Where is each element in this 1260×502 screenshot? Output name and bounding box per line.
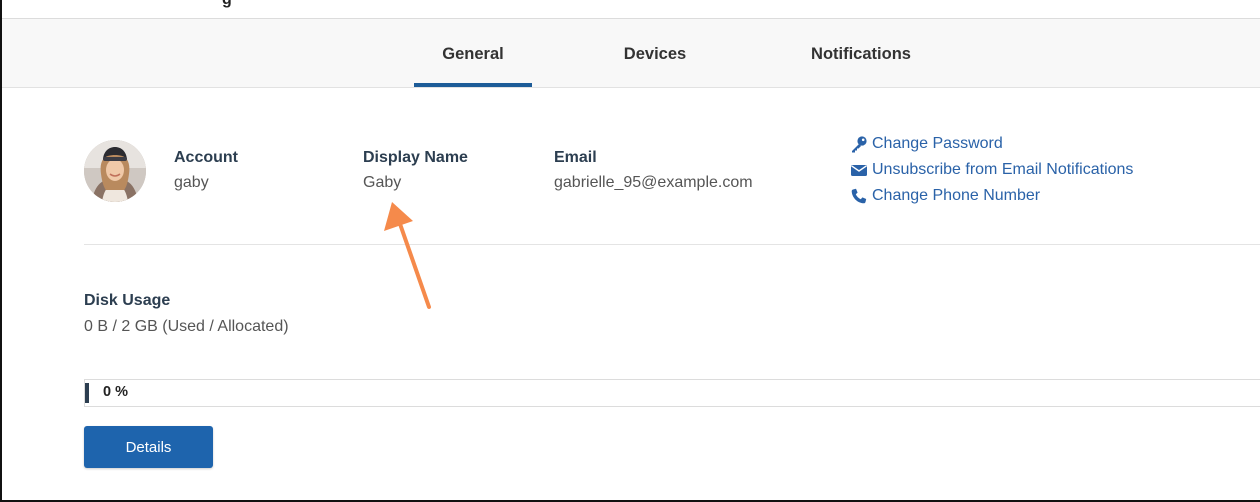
account-actions: Change Password Unsubscribe from Email N…	[850, 131, 1133, 209]
progress-percent-text: 0 %	[103, 384, 128, 400]
change-phone-link[interactable]: Change Phone Number	[850, 183, 1133, 209]
progress-fill	[85, 383, 89, 403]
change-phone-label: Change Phone Number	[872, 187, 1041, 204]
details-button[interactable]: Details	[84, 426, 213, 468]
disk-usage-progress-bar: 0 %	[84, 379, 1260, 407]
change-password-label: Change Password	[872, 135, 1003, 152]
email-value: gabrielle_95@example.com	[554, 174, 753, 191]
disk-usage-value: 0 B / 2 GB (Used / Allocated)	[84, 318, 289, 335]
tab-devices[interactable]: Devices	[592, 19, 718, 87]
tab-bar: General Devices Notifications	[2, 19, 1260, 88]
account-settings-window: g General Devices Notifications Account …	[0, 0, 1260, 502]
display-name-label: Display Name	[363, 149, 468, 166]
envelope-icon	[851, 165, 867, 176]
phone-icon	[851, 188, 867, 204]
key-icon	[852, 136, 867, 153]
disk-usage-label: Disk Usage	[84, 292, 171, 309]
change-password-link[interactable]: Change Password	[850, 131, 1133, 157]
display-name-value: Gaby	[363, 174, 402, 191]
account-label: Account	[174, 149, 238, 166]
tab-general[interactable]: General	[414, 19, 532, 87]
clipped-heading-fragment: g	[222, 0, 232, 9]
top-strip: g	[2, 0, 1260, 19]
annotation-arrow-icon	[384, 202, 431, 309]
email-label: Email	[554, 149, 597, 166]
avatar-photo	[84, 140, 146, 202]
unsubscribe-email-link[interactable]: Unsubscribe from Email Notifications	[850, 157, 1133, 183]
section-divider	[84, 244, 1260, 245]
account-value: gaby	[174, 174, 209, 191]
tab-notifications[interactable]: Notifications	[794, 19, 928, 87]
unsubscribe-email-label: Unsubscribe from Email Notifications	[872, 161, 1134, 178]
avatar	[84, 140, 146, 202]
